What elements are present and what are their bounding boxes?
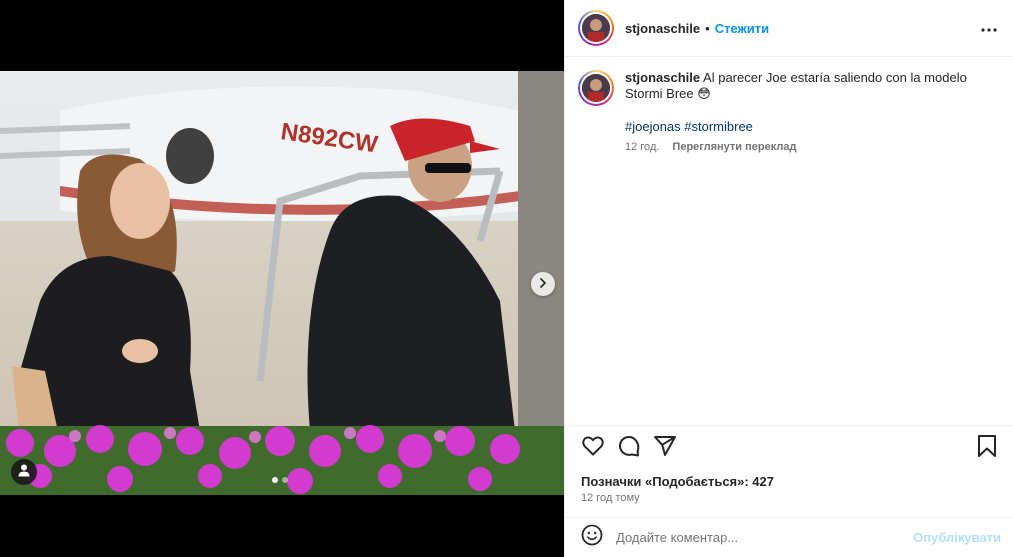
instagram-post-modal: N892CW stjonaschile • Стежити stjonaschi…	[0, 0, 1013, 557]
post-media: N892CW	[0, 0, 564, 557]
comment-icon	[617, 434, 641, 463]
carousel-indicator	[272, 477, 288, 483]
avatar-image	[582, 74, 610, 102]
more-horizontal-icon	[981, 19, 997, 37]
smiley-icon	[581, 524, 603, 551]
carousel-dot-active	[272, 477, 278, 483]
post-comment-button[interactable]: Опублікувати	[913, 530, 1001, 545]
heart-icon	[581, 434, 605, 463]
caption-text-line: stjonaschile Al parecer Joe estaría sali…	[625, 70, 985, 102]
post-timestamp: 12 год тому	[581, 492, 640, 504]
caption-hashtags[interactable]: #joejonas #stormibree	[625, 119, 985, 135]
avatar-image	[582, 14, 610, 42]
post-caption: stjonaschile Al parecer Joe estaría sali…	[565, 57, 1013, 424]
username-link[interactable]: stjonaschile	[625, 21, 700, 36]
post-photo: N892CW	[0, 71, 564, 495]
save-button[interactable]	[973, 435, 1001, 463]
carousel-dot	[282, 477, 288, 483]
comment-input[interactable]	[616, 530, 906, 545]
avatar[interactable]	[578, 10, 614, 46]
post-header: stjonaschile • Стежити	[565, 0, 1013, 57]
follow-button[interactable]: Стежити	[715, 21, 769, 36]
caption-body: stjonaschile Al parecer Joe estaría sali…	[625, 70, 985, 424]
like-button[interactable]	[579, 435, 607, 463]
post-sidebar: stjonaschile • Стежити stjonaschile Al p…	[564, 0, 1013, 557]
bookmark-icon	[976, 434, 998, 463]
tagged-users-button[interactable]	[11, 459, 37, 485]
user-icon	[17, 463, 31, 482]
caption-age: 12 год.	[625, 141, 660, 153]
carousel-next-button[interactable]	[531, 272, 555, 296]
comment-composer: Опублікувати	[565, 517, 1013, 557]
post-actions	[565, 425, 1013, 471]
send-icon	[653, 434, 677, 463]
see-translation-link[interactable]: Переглянути переклад	[672, 139, 796, 155]
chevron-right-icon	[538, 275, 548, 293]
likes-count[interactable]: Позначки «Подобається»: 427	[581, 474, 774, 489]
more-options-button[interactable]	[977, 16, 1001, 40]
comment-button[interactable]	[615, 435, 643, 463]
caption-meta: 12 год. Переглянути переклад	[625, 139, 985, 155]
share-button[interactable]	[651, 435, 679, 463]
separator-dot: •	[705, 20, 710, 36]
caption-username[interactable]: stjonaschile	[625, 70, 700, 85]
caption-avatar[interactable]	[578, 70, 614, 106]
emoji-button[interactable]	[580, 524, 604, 551]
